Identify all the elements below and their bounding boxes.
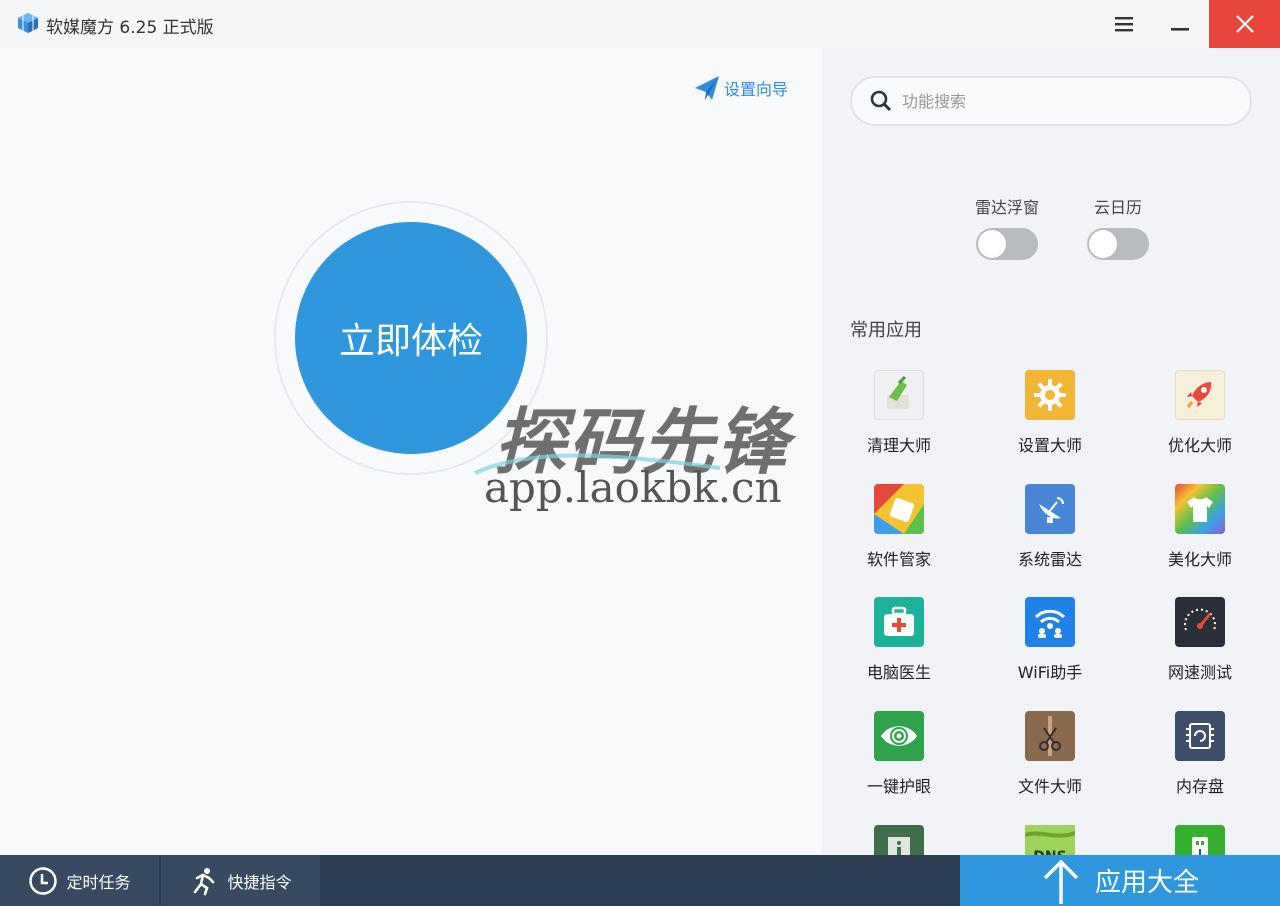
- scheduled-tasks-label: 定时任务: [66, 872, 131, 892]
- app-label: 优化大师: [1167, 436, 1232, 455]
- quick-commands-button[interactable]: 快捷指令: [161, 855, 320, 906]
- eye-icon: [874, 711, 924, 761]
- sidebar: 雷达浮窗 云日历 常用应用 清理大师: [822, 48, 1280, 855]
- search-input[interactable]: [902, 91, 1222, 111]
- app-eye-care[interactable]: 一键护眼: [839, 711, 959, 797]
- app-label: 美化大师: [1167, 550, 1232, 569]
- watermark-url: app.laokbk.cn: [484, 463, 782, 512]
- start-checkup-label: 立即体检: [338, 321, 483, 362]
- start-checkup-button[interactable]: 立即体检: [295, 222, 527, 454]
- radar-dish-icon: [1025, 484, 1075, 534]
- common-apps-title: 常用应用: [850, 320, 922, 341]
- app-label: 一键护眼: [866, 777, 931, 796]
- paper-plane-icon: [695, 76, 719, 100]
- minimize-button[interactable]: [1152, 0, 1208, 48]
- speedometer-icon: [1175, 597, 1225, 647]
- close-icon: [1235, 15, 1254, 33]
- cloud-calendar-toggle[interactable]: [1087, 228, 1149, 260]
- app-label: 系统雷达: [1017, 550, 1082, 569]
- app-beautify[interactable]: 美化大师: [1140, 484, 1260, 570]
- bottom-bar: 定时任务 快捷指令 应用大全: [0, 855, 1280, 906]
- close-button[interactable]: [1209, 0, 1280, 48]
- app-usb[interactable]: [1140, 825, 1260, 855]
- app-label: 软件管家: [866, 550, 931, 569]
- minimize-icon: [1171, 28, 1189, 31]
- first-aid-icon: [874, 597, 924, 647]
- main-panel: 设置向导 立即体检 探码先锋 app.laokbk.cn: [0, 48, 822, 855]
- search-icon: [870, 90, 892, 112]
- app-optimizer[interactable]: 优化大师: [1140, 370, 1260, 456]
- app-label: 文件大师: [1017, 777, 1082, 796]
- arrow-up-icon: [1043, 859, 1079, 904]
- app-info[interactable]: [839, 825, 959, 855]
- app-label: 内存盘: [1175, 777, 1224, 796]
- rocket-icon: [1175, 370, 1225, 420]
- setup-wizard-label: 设置向导: [724, 80, 789, 99]
- running-man-icon: [194, 867, 215, 895]
- radar-float-toggle-group: 雷达浮窗: [962, 194, 1052, 264]
- app-cleaner[interactable]: 清理大师: [839, 370, 959, 456]
- memory-chip-icon: [1175, 711, 1225, 761]
- hamburger-icon: [1115, 17, 1133, 32]
- setup-wizard-link[interactable]: 设置向导: [694, 74, 788, 102]
- broom-icon: [874, 370, 924, 420]
- app-ramdisk[interactable]: 内存盘: [1140, 711, 1260, 797]
- app-settings-master[interactable]: 设置大师: [990, 370, 1110, 456]
- watermark-title: 探码先锋: [494, 400, 791, 484]
- cloud-calendar-label: 云日历: [1093, 198, 1142, 217]
- quick-commands-label: 快捷指令: [227, 872, 292, 892]
- tshirt-icon: [1175, 484, 1225, 534]
- app-software-manager[interactable]: 软件管家: [839, 484, 959, 570]
- cube-logo-icon: [18, 13, 38, 33]
- app-label: WiFi助手: [1017, 663, 1083, 682]
- dns-icon: DNS: [1025, 825, 1075, 855]
- app-file-master[interactable]: 文件大师: [990, 711, 1110, 797]
- usb-icon: [1175, 825, 1225, 855]
- wifi-icon: [1025, 597, 1075, 647]
- app-pc-doctor[interactable]: 电脑医生: [839, 597, 959, 683]
- gear-icon: [1025, 370, 1075, 420]
- cloud-calendar-toggle-group: 云日历: [1073, 194, 1163, 264]
- app-system-radar[interactable]: 系统雷达: [990, 484, 1110, 570]
- info-icon: [874, 825, 924, 855]
- menu-button[interactable]: [1096, 0, 1152, 48]
- app-label: 清理大师: [866, 436, 931, 455]
- app-dns[interactable]: DNS: [990, 825, 1110, 855]
- app-speed-test[interactable]: 网速测试: [1140, 597, 1260, 683]
- window-title: 软媒魔方 6.25 正式版: [46, 18, 214, 38]
- scissors-icon: [1025, 711, 1075, 761]
- clock-icon: [29, 866, 58, 895]
- watermark-swoosh-icon: [474, 453, 721, 475]
- all-apps-button[interactable]: 应用大全: [960, 855, 1280, 906]
- search-box[interactable]: [850, 76, 1252, 126]
- app-label: 网速测试: [1167, 663, 1232, 682]
- scheduled-tasks-button[interactable]: 定时任务: [0, 855, 159, 906]
- software-icon: [874, 484, 924, 534]
- title-bar: 软媒魔方 6.25 正式版: [0, 0, 1280, 48]
- all-apps-label: 应用大全: [1094, 868, 1199, 898]
- radar-float-label: 雷达浮窗: [974, 198, 1039, 217]
- app-label: 电脑医生: [866, 663, 931, 682]
- app-wifi-helper[interactable]: WiFi助手: [990, 597, 1110, 683]
- radar-float-toggle[interactable]: [976, 228, 1038, 260]
- app-label: 设置大师: [1017, 436, 1082, 455]
